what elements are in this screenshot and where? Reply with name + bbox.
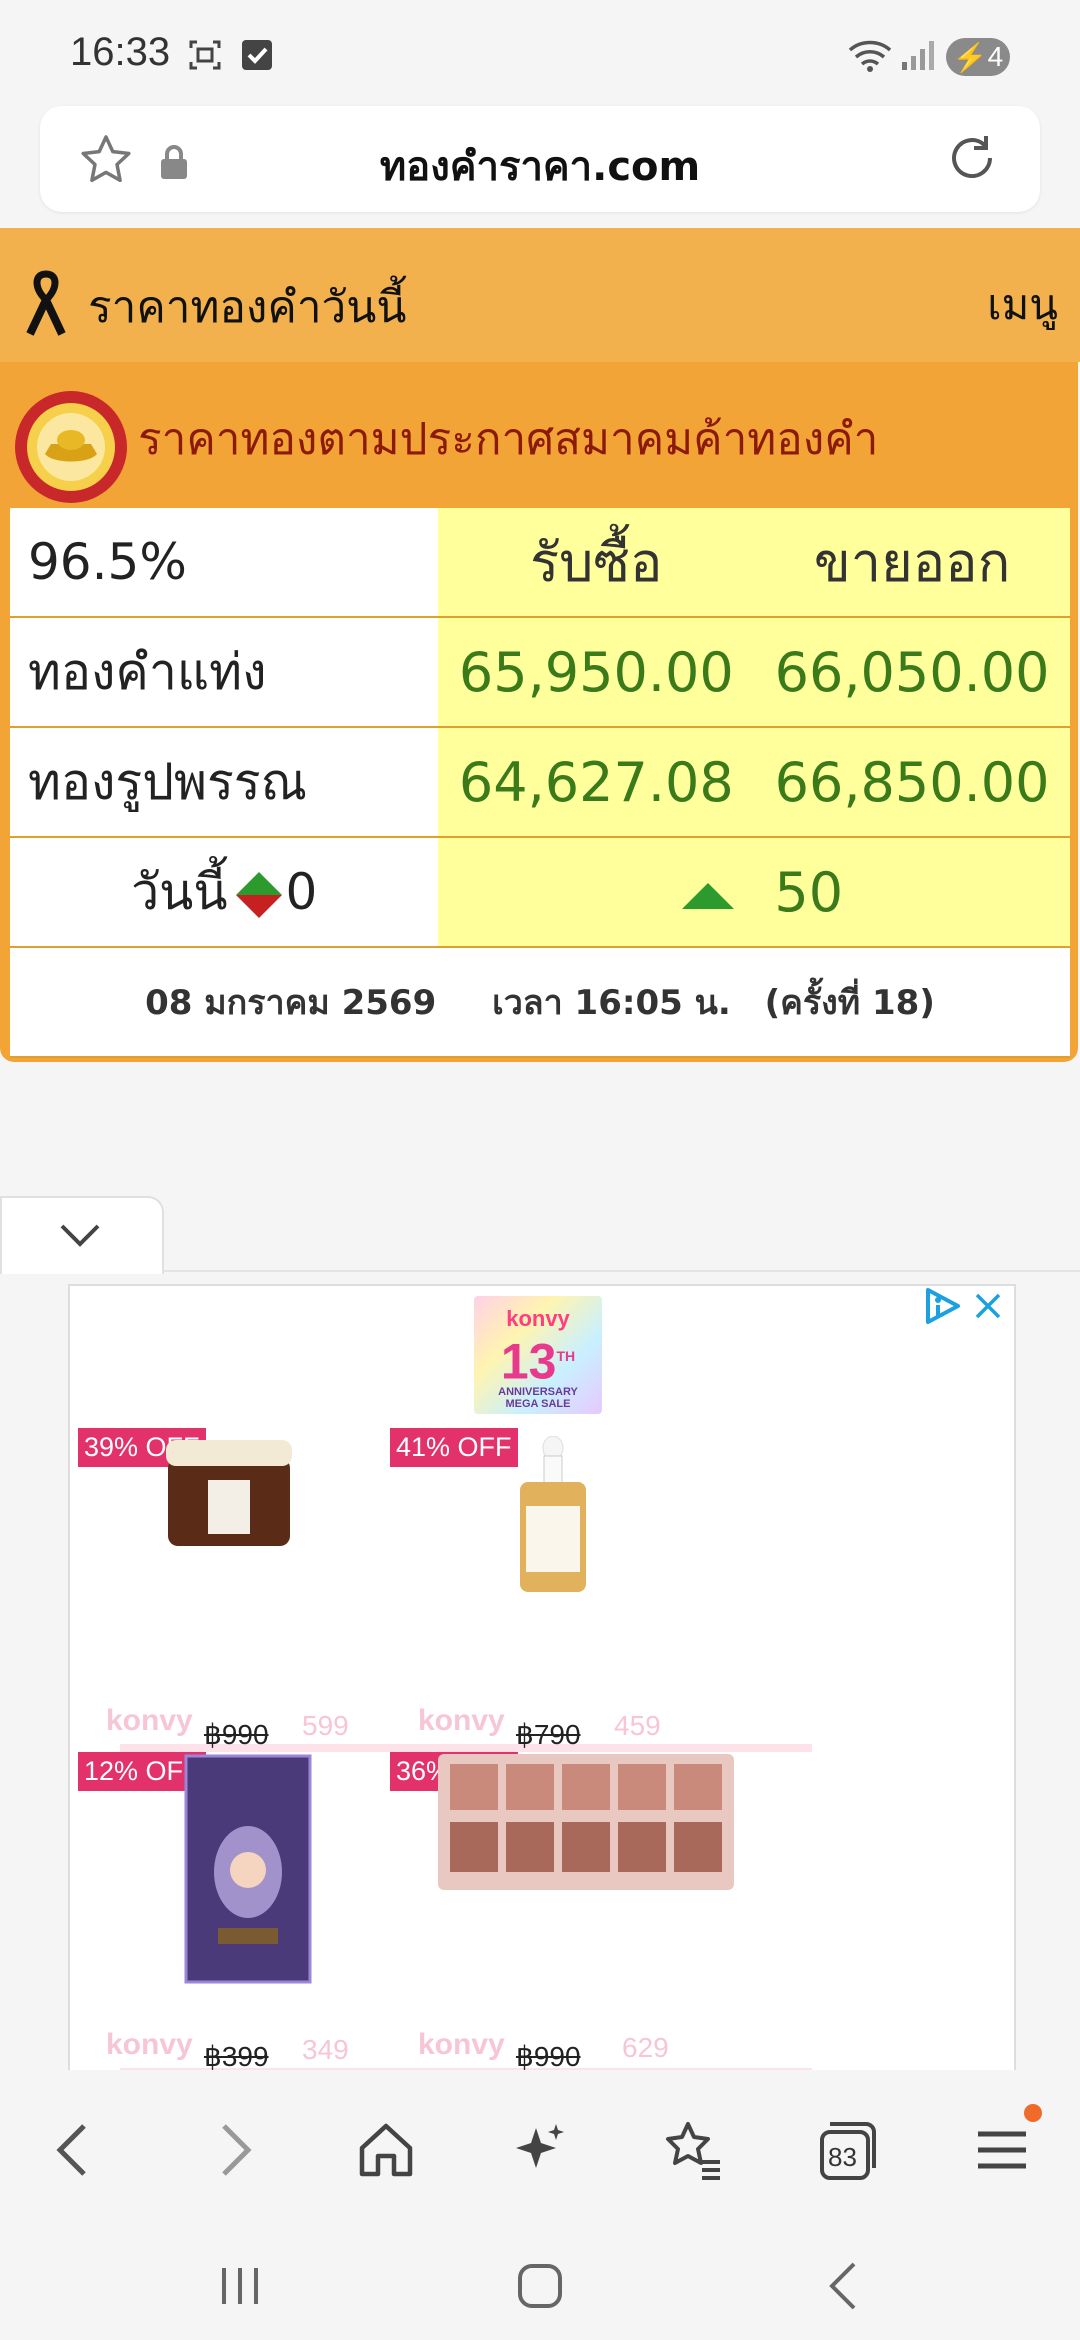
menu-icon[interactable] — [970, 2118, 1034, 2182]
row-label: ทองคำแท่ง — [10, 617, 439, 728]
sale-price: 629 — [622, 2032, 669, 2063]
ad-product[interactable]: 41% OFF konvy ฿790 459 — [382, 1428, 822, 1752]
site-title[interactable]: ราคาทองคำวันนี้ — [88, 272, 406, 342]
today-change: 0 — [285, 862, 318, 921]
mourning-ribbon-icon — [26, 270, 66, 336]
update-round: (ครั้งที่ 18) — [764, 983, 935, 1023]
sell-price: 66,850.00 — [754, 727, 1070, 838]
buy-price: 65,950.00 — [438, 617, 755, 728]
row-label: ทองรูปพรรณ — [10, 727, 439, 838]
address-bar[interactable]: ทองคำราคา.com — [40, 106, 1040, 212]
home-nav-icon[interactable] — [510, 2256, 570, 2316]
footer-row: 08 มกราคม 2569 เวลา 16:05 น. (ครั้งที่ 1… — [10, 947, 1070, 1058]
battery-icon: ⚡ 4 — [946, 38, 1010, 76]
konvy-watermark: konvy — [106, 2028, 193, 2061]
toy-box-image — [184, 1754, 312, 1984]
sale-price: 599 — [302, 1710, 349, 1741]
close-ad-icon[interactable] — [972, 1290, 1004, 1322]
konvy-watermark: konvy — [106, 1704, 193, 1737]
cream-jar-image — [166, 1440, 292, 1546]
sell-price: 66,050.00 — [754, 617, 1070, 728]
old-price: ฿990 — [204, 1719, 269, 1750]
divider — [150, 1270, 1080, 1272]
collapse-ad-button[interactable] — [0, 1196, 164, 1274]
system-nav-bar — [0, 2200, 1080, 2340]
up-arrow-icon — [682, 882, 735, 909]
ad-collapse-area — [0, 1196, 1080, 1286]
back-icon[interactable] — [44, 2118, 108, 2182]
home-icon[interactable] — [354, 2118, 418, 2182]
old-price: ฿399 — [204, 2041, 269, 2072]
wifi-icon — [848, 40, 892, 72]
update-info: 08 มกราคม 2569 เวลา 16:05 น. (ครั้งที่ 1… — [10, 947, 1070, 1058]
battery-level: 4 — [987, 41, 1004, 72]
sparkle-icon[interactable] — [508, 2118, 572, 2182]
banner-sub1: ANNIVERSARY — [498, 1385, 578, 1398]
buy-price: 64,627.08 — [438, 727, 755, 838]
banner-sup: TH — [556, 1348, 576, 1364]
adchoices-icon[interactable] — [922, 1286, 962, 1326]
today-change-row: วันนี้ 0 50 — [10, 837, 1070, 948]
signal-icon — [902, 41, 934, 70]
bookmarks-icon[interactable] — [662, 2118, 726, 2182]
notification-dot — [1024, 2104, 1042, 2122]
menu-button[interactable]: เมนู — [987, 272, 1058, 338]
sell-header: ขายออก — [754, 508, 1070, 618]
buy-header: รับซื้อ — [438, 508, 755, 618]
tabs-count: 83 — [828, 2142, 857, 2172]
status-bar: 16:33 ⚡ 4 — [0, 0, 1080, 110]
table-header-row: 96.5% รับซื้อ ขายออก — [10, 508, 1070, 618]
table-row: ทองรูปพรรณ 64,627.08 66,850.00 — [10, 727, 1070, 838]
gold-price-card: ราคาทองตามประกาศสมาคมค้าทองคำ 96.5% รับซ… — [0, 362, 1078, 1062]
serum-bottle-image — [520, 1436, 586, 1592]
up-down-diamond-icon — [235, 872, 282, 918]
update-date: 08 มกราคม 2569 — [145, 983, 437, 1023]
banner-brand: konvy — [506, 1306, 570, 1331]
recent-apps-icon[interactable] — [210, 2256, 270, 2316]
card-title: ราคาทองตามประกาศสมาคมค้าทองคำ — [138, 414, 879, 465]
price-bar — [432, 1744, 812, 1752]
today-label: วันนี้ — [131, 862, 228, 921]
change-value: 50 — [774, 860, 844, 924]
banner-number: 13 — [500, 1333, 557, 1390]
old-price: ฿990 — [516, 2041, 581, 2072]
status-time: 16:33 — [70, 30, 171, 74]
reload-icon[interactable] — [942, 128, 1002, 188]
screenshot-icon — [189, 40, 221, 70]
chevron-down-icon — [60, 1224, 100, 1247]
purity-label: 96.5% — [10, 508, 439, 618]
price-table: 96.5% รับซื้อ ขายออก ทองคำแท่ง 65,950.00… — [10, 508, 1070, 1058]
eyeshadow-palette-image — [438, 1754, 734, 1890]
update-time: เวลา 16:05 น. — [492, 983, 731, 1023]
table-row: ทองคำแท่ง 65,950.00 66,050.00 — [10, 617, 1070, 728]
banner-sub2: MEGA SALE — [505, 1397, 571, 1410]
discount-badge: 41% OFF — [390, 1428, 518, 1467]
site-header: ราคาทองคำวันนี้ เมนู — [0, 228, 1080, 362]
ad-product[interactable]: 36% OFF konvy ฿990 629 — [382, 1752, 822, 2072]
konvy-watermark: konvy — [418, 2028, 505, 2061]
back-nav-icon[interactable] — [814, 2256, 874, 2316]
today-cell: วันนี้ 0 — [10, 837, 439, 948]
ad-banner[interactable]: konvy 13TH ANNIVERSARY MEGA SALE — [474, 1296, 602, 1414]
url-text[interactable]: ทองคำราคา.com — [40, 134, 1040, 198]
gold-association-logo — [15, 391, 127, 503]
check-icon — [242, 40, 272, 70]
sale-price: 459 — [614, 1710, 661, 1741]
change-cell: 50 — [438, 837, 1070, 948]
sale-price: 349 — [302, 2034, 349, 2065]
old-price: ฿790 — [516, 1719, 581, 1750]
konvy-watermark: konvy — [418, 1704, 505, 1737]
forward-icon[interactable] — [200, 2118, 264, 2182]
advertisement[interactable]: konvy 13TH ANNIVERSARY MEGA SALE 39% OFF… — [68, 1284, 1016, 2072]
tabs-button[interactable]: 83 — [816, 2118, 880, 2182]
